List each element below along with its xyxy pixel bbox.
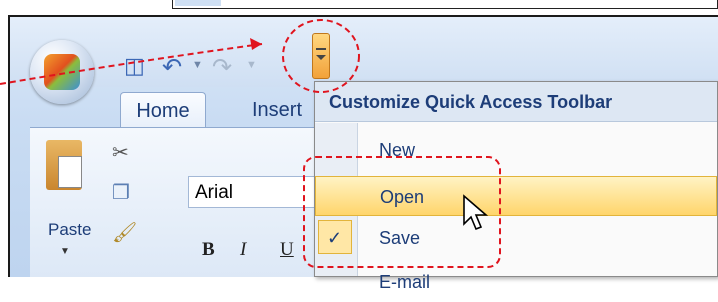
annotation-overlay (0, 19, 501, 268)
annotation-box (303, 156, 501, 268)
arrow-head-icon (250, 38, 262, 50)
annotation-circle (282, 19, 360, 93)
annotation-arrow (0, 43, 263, 85)
